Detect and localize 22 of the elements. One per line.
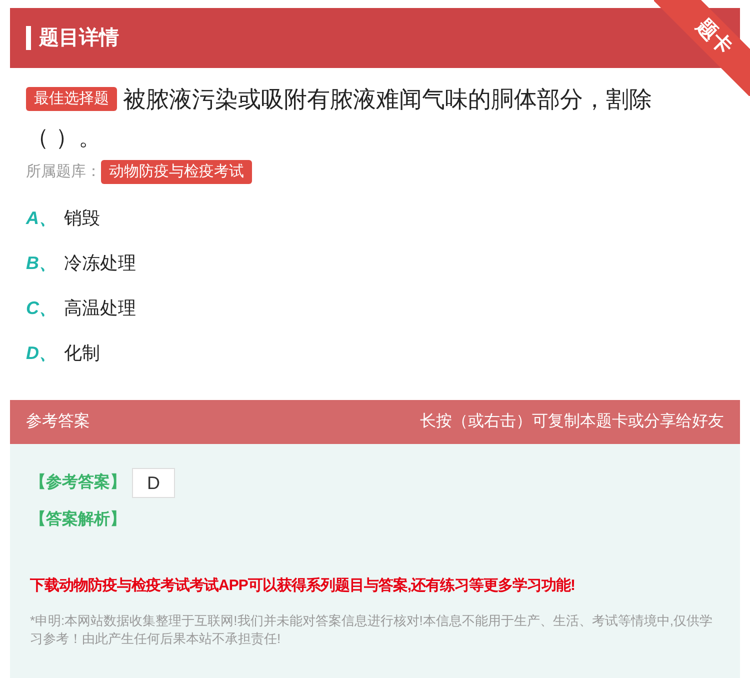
app-promo-text: 下载动物防疫与检疫考试考试APP可以获得系列题目与答案,还有练习等更多学习功能! bbox=[30, 577, 576, 594]
copy-hint: 长按（或右击）可复制本题卡或分享给好友 bbox=[420, 412, 724, 432]
option-text: 销毁 bbox=[64, 206, 100, 230]
answer-label: 【参考答案】 bbox=[30, 472, 126, 493]
option-text: 冷冻处理 bbox=[64, 252, 136, 274]
library-label: 所属题库： bbox=[26, 162, 101, 182]
title-accent-bar bbox=[26, 26, 31, 50]
answer-value: D bbox=[132, 468, 175, 498]
option-letter: A、 bbox=[26, 206, 54, 230]
option-text: 高温处理 bbox=[64, 296, 136, 320]
option-letter: D、 bbox=[26, 342, 54, 364]
library-tag[interactable]: 动物防疫与检疫考试 bbox=[101, 160, 252, 184]
option-letter: C、 bbox=[26, 296, 54, 320]
question-type-badge: 最佳选择题 bbox=[26, 87, 117, 111]
answer-section-title: 参考答案 bbox=[26, 411, 90, 432]
disclaimer-text: *申明:本网站数据收集整理于互联网!我们并未能对答案信息进行核对!本信息不能用于生产、生活、考试等情境中,仅供学习参考！由此产生任何后果本站不承担责任! bbox=[30, 612, 714, 648]
question-text: 被脓液污染或吸附有脓液难闻气味的胴体部分，割除 bbox=[123, 85, 652, 114]
question-text: （ ）。 bbox=[26, 123, 102, 152]
analysis-label: 【答案解析】 bbox=[30, 511, 126, 528]
option-letter: B、 bbox=[26, 252, 54, 274]
option-text: 化制 bbox=[64, 342, 100, 364]
page-title: 题目详情 bbox=[39, 26, 119, 51]
